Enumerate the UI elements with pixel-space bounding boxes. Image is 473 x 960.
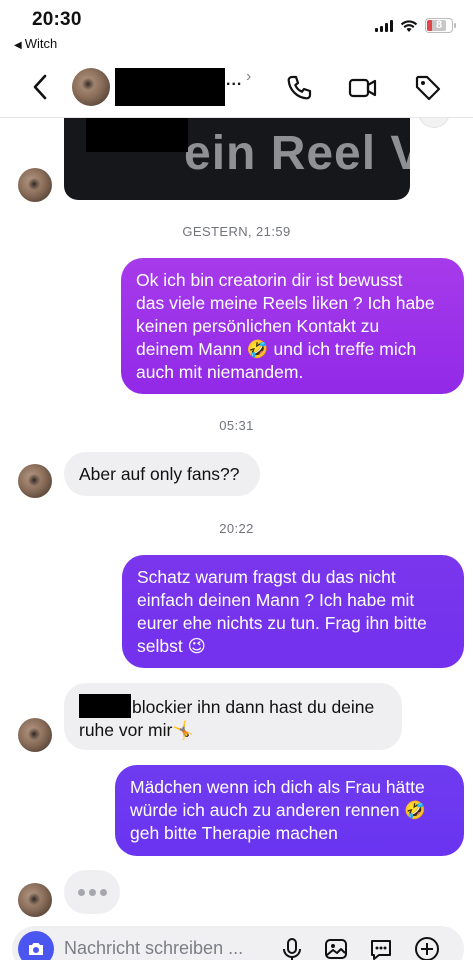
timestamp: 20:22: [219, 521, 254, 536]
message-line: Ok ich bin creatorin dir ist bewusst: [136, 270, 403, 290]
gallery-icon[interactable]: [322, 935, 350, 960]
sticker-icon[interactable]: [367, 935, 395, 960]
status-time: 20:30: [32, 9, 82, 30]
redacted-name: [79, 694, 131, 718]
message-input[interactable]: Nachricht schreiben ...: [64, 938, 243, 959]
message-thread[interactable]: ein Reel V GESTERN, 21:59 Ok ich bin cre…: [0, 118, 473, 930]
redaction-box: [86, 118, 188, 152]
timestamp: GESTERN, 21:59: [182, 224, 291, 239]
message-line: ruhe vor mir🤸: [79, 720, 195, 740]
message-line: Mädchen wenn ich dich als Frau hätte: [130, 777, 425, 797]
cellular-signal-icon: [375, 19, 393, 32]
message-line: selbst 😉: [137, 636, 206, 656]
message-line: geh bitte Therapie machen: [130, 823, 338, 843]
message-line: keinen persönlichen Kontakt zu: [136, 316, 380, 336]
incoming-message[interactable]: blockier ihn dann hast du deine ruhe vor…: [64, 683, 402, 750]
back-to-app-link[interactable]: ◀ Witch: [14, 36, 57, 51]
message-line: deinem Mann 🤣 und ich treffe mich: [136, 339, 417, 359]
outgoing-message[interactable]: Ok ich bin creatorin dir ist bewusst das…: [121, 258, 464, 394]
message-line: auch mit niemandem.: [136, 362, 304, 382]
message-line: blockier ihn dann hast du deine: [132, 697, 375, 717]
back-triangle-icon: ◀: [14, 40, 22, 51]
battery-icon: 8: [425, 18, 456, 33]
chat-header: ... ›: [0, 58, 473, 118]
chevron-right-icon: ›: [246, 68, 252, 85]
name-ellipsis: ...: [226, 72, 243, 89]
sender-avatar[interactable]: [18, 464, 52, 498]
message-line: das viele meine Reels liken ? Ich habe: [136, 293, 435, 313]
status-indicators: 8: [375, 18, 456, 33]
tag-icon[interactable]: [412, 72, 444, 104]
message-line: Aber auf only fans??: [79, 464, 240, 484]
typing-indicator: [64, 870, 120, 914]
message-composer[interactable]: Nachricht schreiben ...: [12, 926, 464, 960]
camera-button[interactable]: [18, 931, 54, 960]
redacted-contact-name[interactable]: [115, 68, 225, 106]
message-line: einfach deinen Mann ? Ich habe mit: [137, 590, 415, 610]
reel-reaction-tab[interactable]: [418, 118, 450, 128]
back-app-label: Witch: [24, 36, 58, 51]
status-bar: 20:30 ◀ Witch 8: [0, 0, 473, 58]
reel-caption: ein Reel V: [184, 127, 410, 180]
incoming-message[interactable]: Aber auf only fans??: [64, 452, 260, 496]
outgoing-message[interactable]: Schatz warum fragst du das nicht einfach…: [122, 555, 464, 668]
back-icon[interactable]: [28, 72, 54, 102]
phone-icon[interactable]: [283, 72, 315, 104]
sender-avatar[interactable]: [18, 883, 52, 917]
video-icon[interactable]: [347, 72, 379, 104]
sender-avatar[interactable]: [18, 718, 52, 752]
sender-avatar[interactable]: [18, 168, 52, 202]
camera-icon: [29, 943, 43, 955]
microphone-icon[interactable]: [278, 935, 306, 960]
battery-level: 8: [431, 20, 447, 31]
wifi-icon: [400, 19, 418, 32]
message-line: Schatz warum fragst du das nicht: [137, 567, 396, 587]
plus-icon[interactable]: [413, 935, 441, 960]
contact-avatar[interactable]: [72, 68, 110, 106]
timestamp: 05:31: [219, 418, 254, 433]
message-line: würde ich auch zu anderen rennen 🤣: [130, 800, 427, 820]
message-line: eurer ehe nichts zu tun. Frag ihn bitte: [137, 613, 427, 633]
outgoing-message[interactable]: Mädchen wenn ich dich als Frau hätte wür…: [115, 765, 464, 856]
